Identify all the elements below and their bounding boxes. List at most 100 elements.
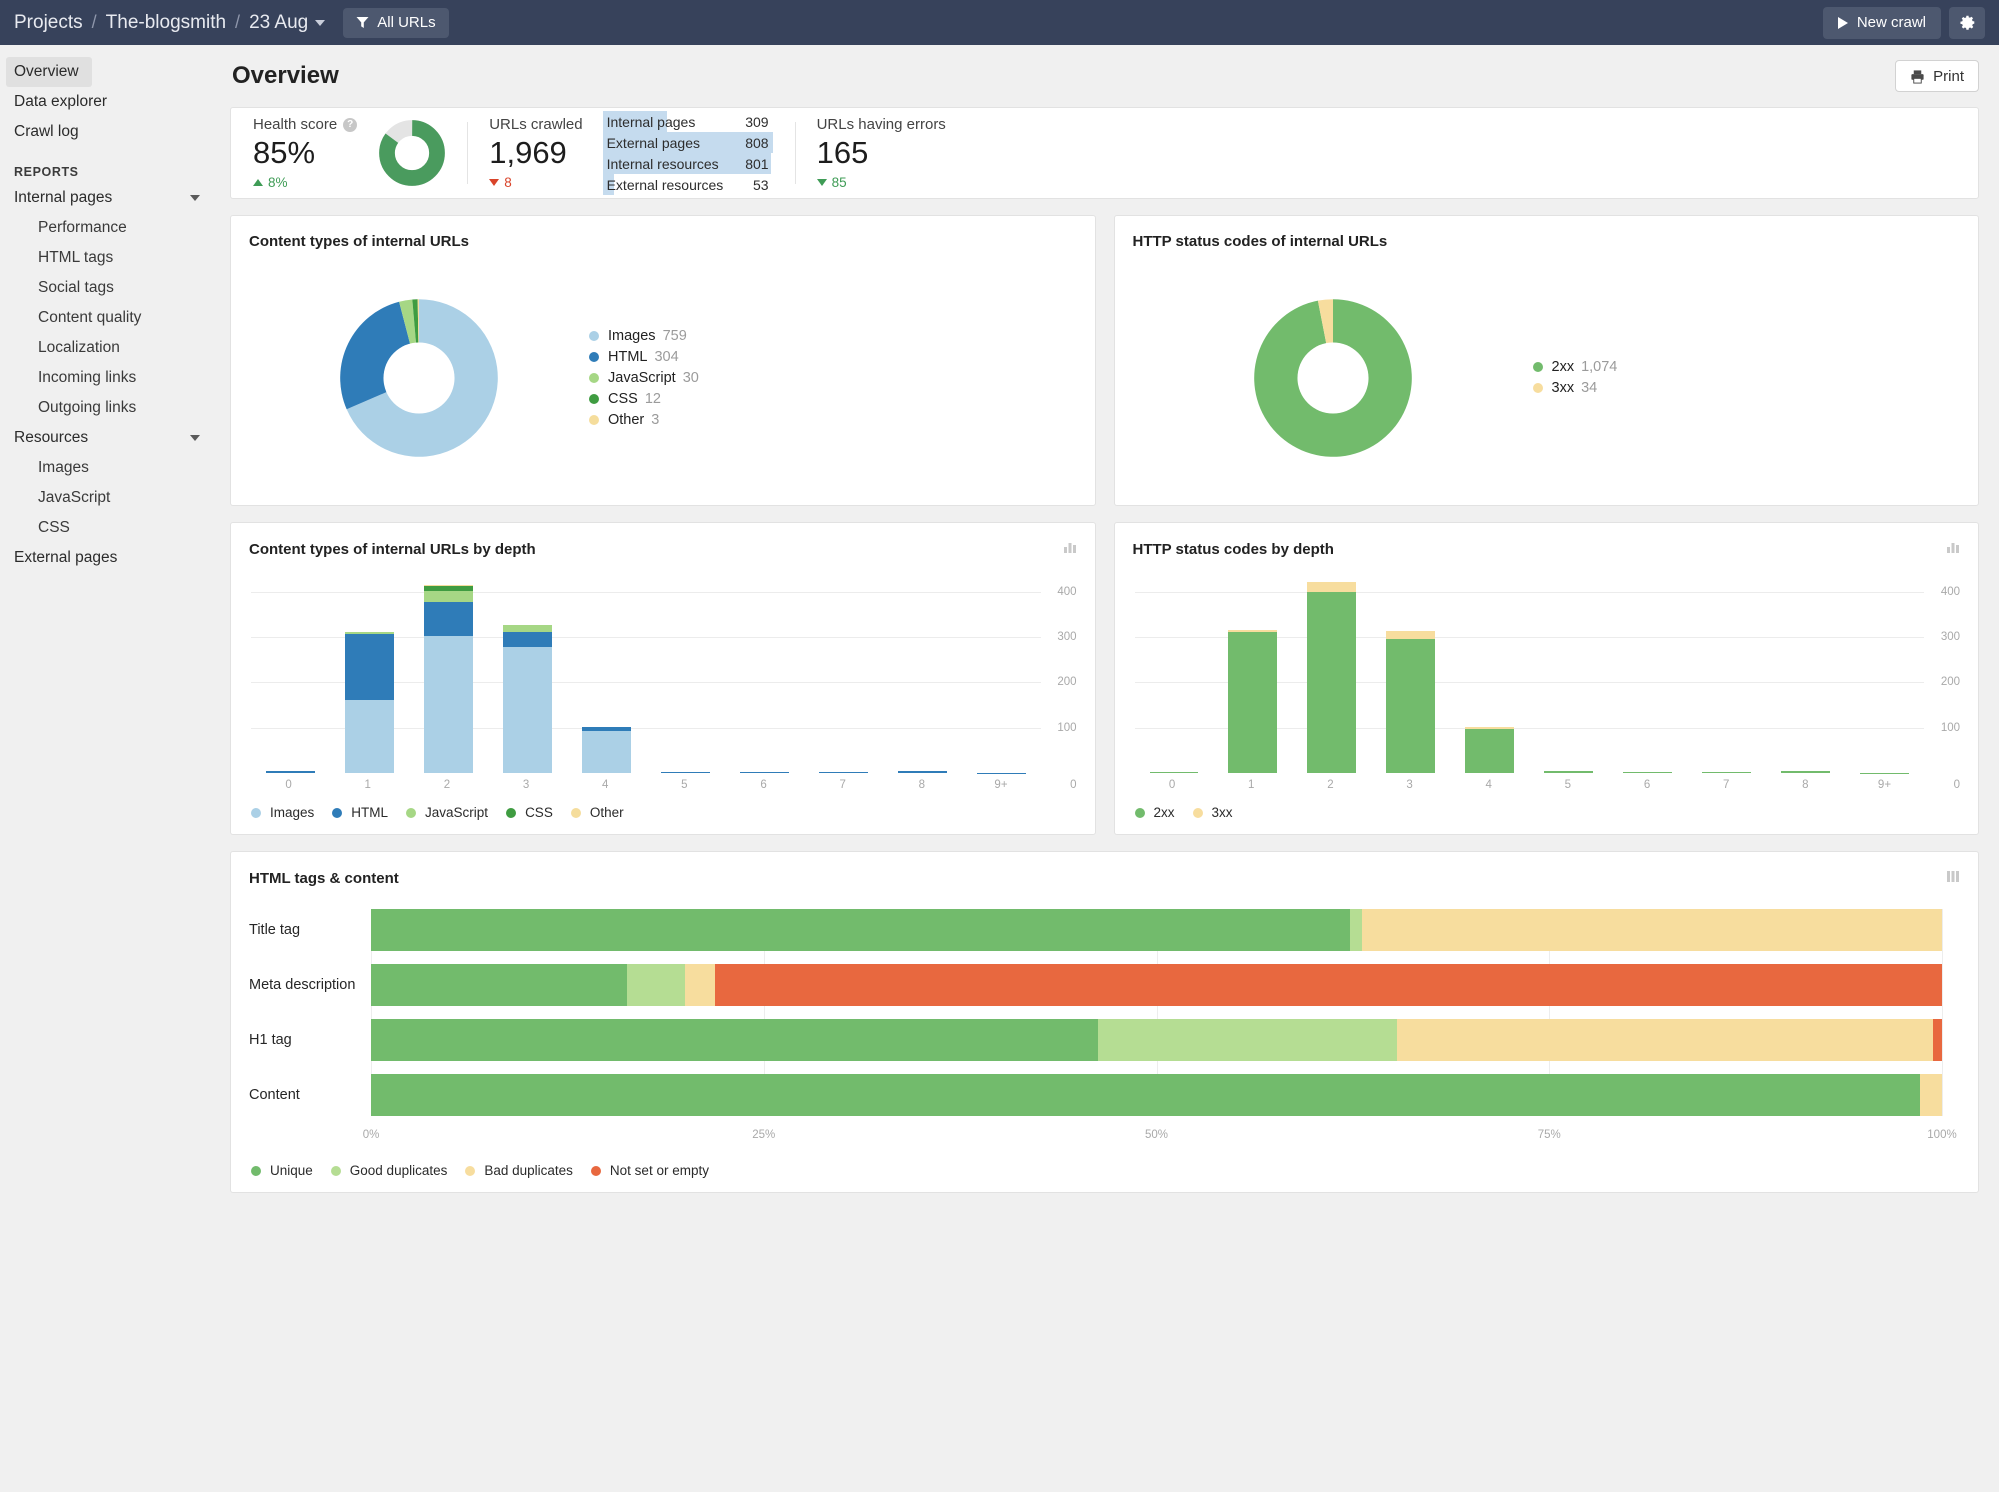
legend-label: CSS — [525, 805, 553, 820]
legend-item[interactable]: Images 759 — [589, 325, 699, 346]
tag-row: Meta description — [249, 964, 1960, 1006]
stacked-bar[interactable] — [423, 584, 473, 773]
stacked-bar[interactable] — [1386, 631, 1436, 773]
legend-item[interactable]: Good duplicates — [330, 1163, 447, 1178]
sidebar-item-content-quality[interactable]: Content quality — [0, 303, 230, 333]
legend-label: CSS — [608, 390, 638, 407]
kpi-health-text: Health score ? 85% 8% — [253, 116, 358, 190]
page-header: Overview Print — [230, 45, 1979, 107]
all-urls-filter-button[interactable]: All URLs — [343, 7, 449, 38]
sidebar-item-external-pages[interactable]: External pages — [0, 543, 230, 573]
sidebar-item-outgoing-links[interactable]: Outgoing links — [0, 393, 230, 423]
sidebar-item-internal-pages[interactable]: Internal pages — [0, 183, 230, 213]
bar-slot — [409, 578, 488, 773]
legend-item[interactable]: Images — [251, 805, 314, 820]
bar-segment-3xx — [1386, 631, 1436, 639]
tag-stacked-bar[interactable] — [371, 1074, 1942, 1116]
legend-label: Other — [589, 805, 624, 820]
legend-item[interactable]: CSS — [506, 805, 553, 820]
sidebar-item-resources[interactable]: Resources — [0, 423, 230, 453]
legend-item[interactable]: 3xx — [1192, 805, 1233, 820]
legend-item[interactable]: HTML 304 — [589, 346, 699, 367]
tag-stacked-bar[interactable] — [371, 909, 1942, 951]
breadcrumb-projects[interactable]: Projects — [14, 12, 83, 34]
y-axis-tick: 300 — [1940, 630, 1960, 643]
settings-button[interactable] — [1949, 6, 1985, 39]
breadcrumb-date-selector[interactable]: 23 Aug — [249, 12, 326, 34]
sidebar-item-html-tags[interactable]: HTML tags — [0, 243, 230, 273]
legend-color-dot — [589, 414, 599, 425]
sidebar-item-performance[interactable]: Performance — [0, 213, 230, 243]
legend-color-dot — [589, 393, 599, 404]
stacked-bar[interactable] — [897, 771, 947, 773]
sidebar-item-label: Performance — [38, 219, 127, 236]
kpi-health-delta: 8% — [253, 175, 357, 190]
tags-plot: Title tag Meta description H1 tag Content — [249, 909, 1960, 1116]
stacked-bar[interactable] — [1623, 772, 1673, 773]
legend-item[interactable]: Other — [570, 805, 624, 820]
stacked-bar[interactable] — [818, 771, 868, 773]
legend-item[interactable]: CSS 12 — [589, 388, 699, 409]
legend-item[interactable]: 2xx 1,074 — [1532, 357, 1617, 378]
chevron-down-icon[interactable] — [190, 435, 200, 441]
legend-item[interactable]: JavaScript 30 — [589, 367, 699, 388]
printer-icon — [1911, 69, 1924, 84]
bar-chart-icon[interactable] — [1063, 540, 1077, 558]
depth-charts-row: Content types of internal URLs by depth … — [230, 522, 1979, 835]
donut-hole — [1296, 341, 1369, 414]
card-content-types-by-depth: Content types of internal URLs by depth … — [230, 522, 1096, 835]
sidebar-item-overview[interactable]: Overview — [6, 57, 92, 87]
stacked-bar[interactable] — [266, 771, 315, 773]
tag-segment-bad-duplicates — [685, 964, 716, 1006]
stacked-bar[interactable] — [1228, 629, 1278, 773]
sidebar-item-label: Crawl log — [14, 123, 79, 140]
legend-value: 759 — [662, 327, 687, 344]
stacked-bar[interactable] — [1702, 772, 1752, 773]
stacked-bar[interactable] — [1781, 770, 1831, 773]
legend-label: 2xx — [1153, 805, 1175, 820]
stacked-bar[interactable] — [1544, 771, 1594, 773]
tag-stacked-bar[interactable] — [371, 1019, 1942, 1061]
legend-item[interactable]: HTML — [332, 805, 388, 820]
legend-label: Not set or empty — [609, 1163, 709, 1178]
sidebar-item-css[interactable]: CSS — [0, 513, 230, 543]
stacked-bar-icon[interactable] — [1946, 869, 1960, 887]
stacked-bar[interactable] — [344, 631, 394, 773]
sidebar-item-crawl-log[interactable]: Crawl log — [0, 117, 230, 147]
new-crawl-button[interactable]: New crawl — [1822, 6, 1941, 39]
bar-slot — [1687, 578, 1766, 773]
stacked-bar[interactable] — [1149, 771, 1199, 773]
print-button[interactable]: Print — [1895, 60, 1979, 92]
legend-item[interactable]: Unique — [251, 1163, 313, 1178]
legend-item[interactable]: Other 3 — [589, 409, 699, 430]
stacked-bar[interactable] — [502, 625, 552, 773]
stacked-bar[interactable] — [581, 727, 631, 773]
legend-item[interactable]: 3xx 34 — [1532, 378, 1618, 399]
breakdown-value: 309 — [745, 113, 769, 130]
triangle-down-icon — [816, 178, 827, 186]
sidebar-item-incoming-links[interactable]: Incoming links — [0, 363, 230, 393]
stacked-bar[interactable] — [1307, 581, 1357, 773]
sidebar-item-label: Data explorer — [14, 93, 108, 110]
bar-segment-html — [266, 771, 315, 773]
question-mark-icon[interactable]: ? — [343, 117, 358, 132]
stacked-bar[interactable] — [1465, 727, 1515, 773]
breadcrumb-project-name[interactable]: The-blogsmith — [106, 12, 226, 34]
legend-item[interactable]: Not set or empty — [590, 1163, 709, 1178]
tag-stacked-bar[interactable] — [371, 964, 1942, 1006]
sidebar-item-javascript[interactable]: JavaScript — [0, 483, 230, 513]
x-axis-tick: 2 — [443, 779, 451, 791]
donut-charts-row: Content types of internal URLs Images 759… — [230, 215, 1979, 506]
chevron-down-icon[interactable] — [190, 195, 200, 201]
sidebar-item-label: Localization — [38, 339, 120, 356]
stacked-bar[interactable] — [660, 771, 710, 773]
sidebar-item-data-explorer[interactable]: Data explorer — [0, 87, 230, 117]
sidebar-item-localization[interactable]: Localization — [0, 333, 230, 363]
legend-item[interactable]: Bad duplicates — [465, 1163, 573, 1178]
bar-chart-icon[interactable] — [1946, 540, 1960, 558]
legend-item[interactable]: 2xx — [1134, 805, 1175, 820]
sidebar-item-images[interactable]: Images — [0, 453, 230, 483]
stacked-bar[interactable] — [739, 771, 789, 773]
legend-item[interactable]: JavaScript — [406, 805, 488, 820]
sidebar-item-social-tags[interactable]: Social tags — [0, 273, 230, 303]
